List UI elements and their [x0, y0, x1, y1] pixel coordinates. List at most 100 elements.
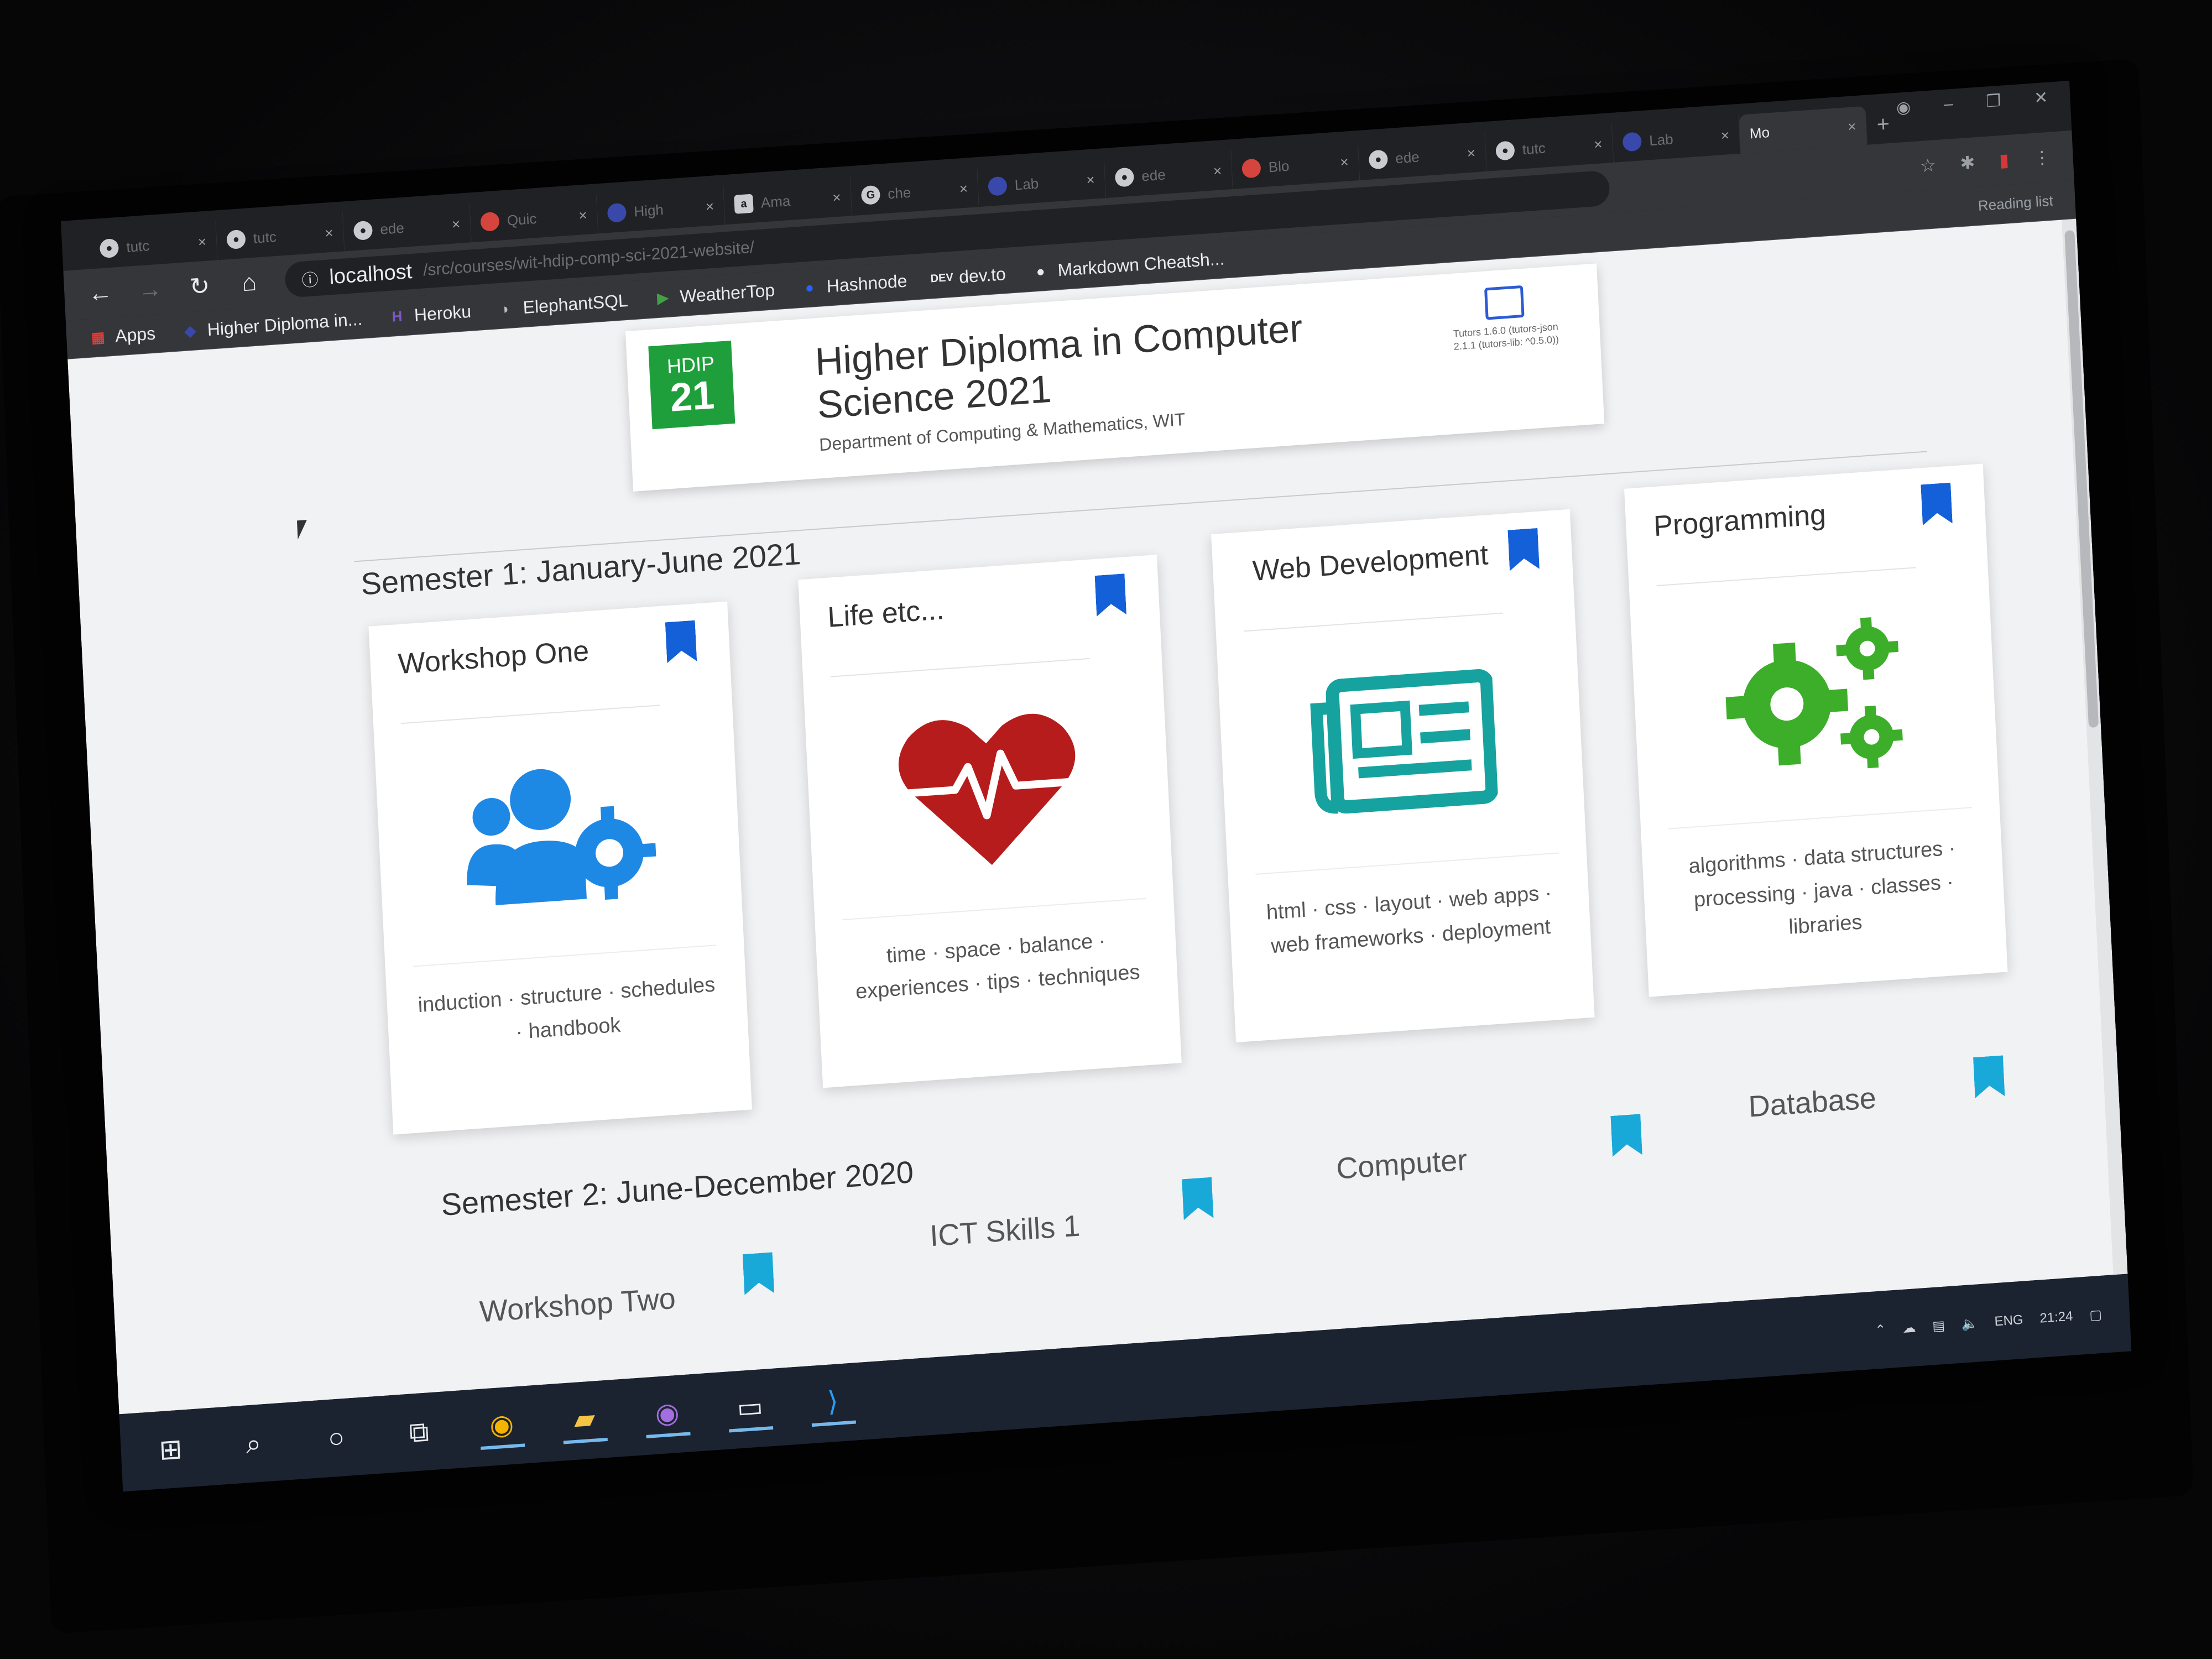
network-icon[interactable]: ▤	[1932, 1317, 1945, 1334]
cortana-icon[interactable]: ○	[313, 1414, 359, 1461]
bookmark-apps[interactable]: ▦ Apps	[88, 324, 156, 348]
github-icon: ●	[226, 229, 246, 250]
close-icon[interactable]: ×	[451, 215, 461, 233]
module-card-programming[interactable]: Programming algorithms · data structures…	[1624, 463, 2008, 997]
app-icon: ◆	[184, 322, 196, 340]
close-icon[interactable]: ×	[1340, 153, 1349, 171]
bookmark-icon[interactable]	[1507, 528, 1539, 571]
back-icon[interactable]: ←	[86, 279, 114, 308]
cloud-icon[interactable]: ☁	[1902, 1319, 1916, 1337]
github-icon: ●	[353, 220, 373, 241]
bookmark-hdip[interactable]: ◆ Higher Diploma in...	[180, 309, 363, 342]
module-card-life[interactable]: Life etc... time · space · balance · exp…	[798, 555, 1182, 1088]
page-content: HDIP 21 Higher Diploma in Computer Scien…	[67, 218, 2128, 1415]
close-icon[interactable]: ×	[959, 180, 968, 197]
close-icon[interactable]: ×	[705, 197, 714, 215]
extension-icon[interactable]: ▮	[1999, 149, 2009, 171]
reload-icon[interactable]: ↻	[185, 272, 214, 301]
mouse-cursor-icon	[296, 519, 318, 540]
bookmark-markdown[interactable]: ● Markdown Cheatsh...	[1031, 248, 1225, 282]
app-icon	[1241, 158, 1261, 179]
module-card-title[interactable]: Database	[1747, 1081, 1877, 1124]
chevron-up-icon[interactable]: ⌃	[1875, 1322, 1886, 1338]
module-card-web-development[interactable]: Web Development html · css · layout · we…	[1211, 509, 1595, 1043]
google-icon: G	[860, 185, 881, 205]
terminal-icon[interactable]: ▭	[727, 1385, 774, 1433]
bookmark-icon[interactable]	[743, 1252, 774, 1295]
bookmark-icon[interactable]	[1973, 1055, 2005, 1098]
bookmark-icon[interactable]	[1610, 1114, 1642, 1157]
address-host: localhost	[328, 259, 413, 289]
tutors-icon[interactable]	[1484, 285, 1525, 320]
profile-icon[interactable]: ◉	[1896, 97, 1911, 118]
close-icon[interactable]: ×	[325, 224, 334, 242]
play-icon: ▶	[656, 289, 669, 307]
close-icon[interactable]: ×	[578, 206, 588, 224]
close-icon[interactable]: ×	[197, 233, 207, 251]
menu-icon[interactable]: ⋮	[2033, 147, 2052, 169]
windows-start-icon[interactable]: ⊞	[148, 1426, 194, 1473]
close-icon[interactable]: ×	[1720, 127, 1730, 144]
notifications-icon[interactable]: ▢	[2089, 1306, 2103, 1323]
minimize-button[interactable]: –	[1943, 95, 1953, 114]
bookmark-devto[interactable]: DEV dev.to	[930, 264, 1006, 289]
close-window-button[interactable]: ✕	[2033, 88, 2048, 108]
close-icon[interactable]: ×	[1848, 118, 1857, 135]
elephant-icon: ◗	[501, 300, 511, 317]
hashnode-icon: ●	[805, 279, 815, 296]
window-controls: ◉ – ❐ ✕	[1896, 88, 2048, 118]
app-icon	[607, 202, 627, 223]
photo-scene: ● tutc × ● tutc × ● ede × Quic × High × a Ama × Gc…	[0, 0, 2212, 1659]
github-icon: ●	[1036, 263, 1046, 280]
clock[interactable]: 21:24	[2039, 1309, 2073, 1327]
task-view-icon[interactable]: ⧉	[396, 1408, 442, 1455]
volume-icon[interactable]: 🔈	[1961, 1315, 1978, 1332]
maximize-button[interactable]: ❐	[1986, 91, 2002, 112]
close-icon[interactable]: ×	[1086, 171, 1095, 189]
github-icon: ●	[1368, 149, 1389, 170]
close-icon[interactable]: ×	[832, 189, 842, 206]
github-desktop-icon[interactable]: ◉	[644, 1391, 691, 1439]
cogs-icon	[1656, 565, 1972, 830]
bookmark-icon[interactable]	[665, 620, 697, 664]
module-card-title[interactable]: Computer	[1335, 1142, 1468, 1186]
github-icon: ●	[99, 238, 119, 259]
close-icon[interactable]: ×	[1213, 162, 1222, 180]
apps-grid-icon: ▦	[91, 328, 106, 346]
search-icon[interactable]: ⌕	[231, 1420, 277, 1467]
new-tab-button[interactable]: +	[1866, 104, 1901, 145]
info-icon[interactable]: ⓘ	[301, 266, 319, 291]
github-icon: ●	[1114, 167, 1135, 187]
semester-heading: Semester 2: June-December 2020	[440, 1154, 915, 1222]
vscode-icon[interactable]: ⟩	[810, 1379, 856, 1427]
close-icon[interactable]: ×	[1467, 144, 1476, 162]
forward-icon[interactable]: →	[135, 275, 164, 304]
toolbar-right: ☆ ✱ ▮ ⋮	[1919, 147, 2051, 176]
users-gear-icon	[401, 702, 717, 967]
extensions-icon[interactable]: ✱	[1960, 152, 1976, 174]
bookmark-icon[interactable]	[1095, 573, 1126, 617]
system-tray: ⌃ ☁ ▤ 🔈 ENG 21:24 ▢	[1875, 1306, 2103, 1338]
module-card-title[interactable]: ICT Skills 1	[929, 1208, 1081, 1253]
bookmark-heroku[interactable]: H Heroku	[387, 301, 472, 328]
chrome-icon[interactable]: ◉	[478, 1402, 525, 1450]
file-explorer-icon[interactable]: ▰	[561, 1396, 608, 1444]
module-card-workshop-one[interactable]: Workshop One induction · structure · sch…	[368, 601, 752, 1135]
amazon-icon: a	[734, 194, 754, 214]
reading-list[interactable]: Reading list	[1978, 192, 2053, 215]
close-icon[interactable]: ×	[1594, 135, 1603, 153]
bookmark-elephantsql[interactable]: ◗ ElephantSQL	[496, 290, 629, 320]
bookmark-icon[interactable]	[1182, 1177, 1213, 1220]
address-path: /src/courses/wit-hdip-comp-sci-2021-webs…	[422, 238, 755, 280]
course-logo[interactable]: HDIP 21	[648, 340, 735, 430]
header-titles: Higher Diploma in Computer Science 2021 …	[814, 294, 1399, 455]
card-description: algorithms · data structures · processin…	[1688, 836, 1957, 939]
home-icon[interactable]: ⌂	[235, 268, 264, 298]
language-indicator[interactable]: ENG	[1994, 1312, 2023, 1330]
module-card-title[interactable]: Workshop Two	[479, 1281, 676, 1329]
bookmark-weathertop[interactable]: ▶ WeatherTop	[653, 280, 775, 309]
bookmark-icon[interactable]	[1921, 483, 1952, 526]
bookmark-hashnode[interactable]: ● Hashnode	[800, 270, 907, 298]
star-icon[interactable]: ☆	[1919, 154, 1936, 176]
github-icon: ●	[1495, 140, 1515, 161]
